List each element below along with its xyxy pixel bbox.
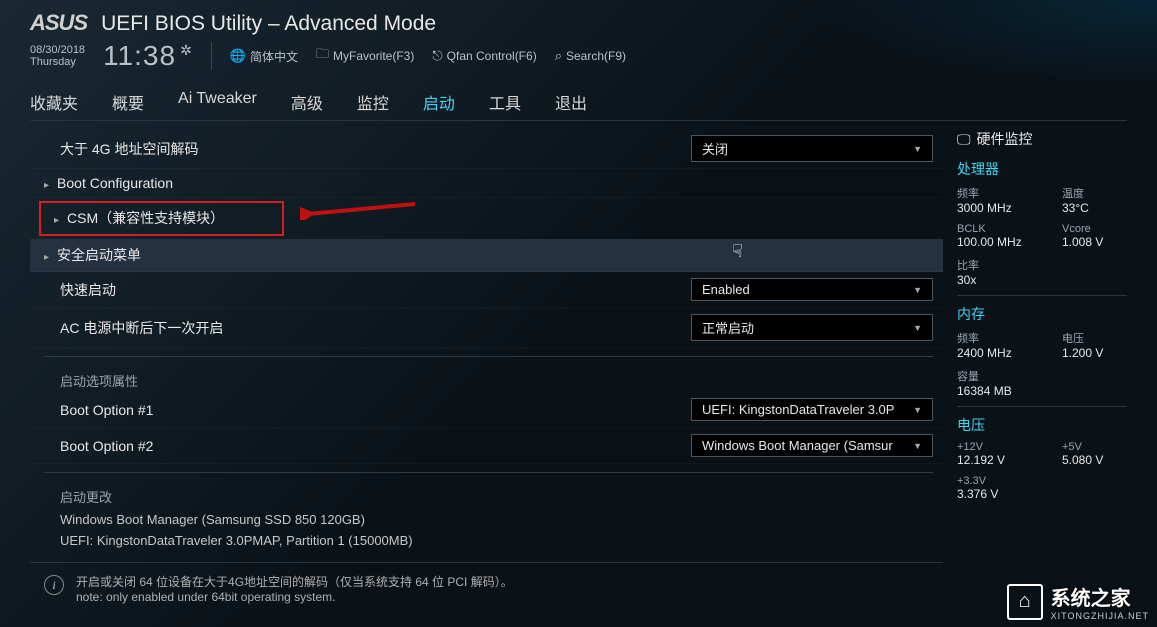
hardware-monitor-panel: 🖵 硬件监控 处理器 频率3000 MHz 温度33°C BCLK100.00 … [957,129,1127,604]
help-hint: i 开启或关闭 64 位设备在大于4G地址空间的解码（仅当系统支持 64 位 P… [30,562,943,604]
favorite-button[interactable]: 🗀 MyFavorite(F3) [316,45,414,67]
override-entry-2[interactable]: UEFI: KingstonDataTraveler 3.0PMAP, Part… [30,529,943,550]
dropdown-fast-boot[interactable]: Enabled ▼ [691,278,933,301]
submenu-secure-boot[interactable]: 安全启动菜单 ☟ [30,239,943,272]
divider [44,472,933,473]
watermark: ⌂ 系统之家 XITONGZHIJIA.NET [1007,582,1149,621]
separator [211,42,212,70]
section-boot-override: 启动更改 [30,481,943,508]
tab-tool[interactable]: 工具 [489,90,521,114]
main-tabs: 收藏夹 概要 Ai Tweaker 高级 监控 启动 工具 退出 [30,90,1127,121]
brand-logo: ASUS [30,10,87,36]
header-top-row: ASUS UEFI BIOS Utility – Advanced Mode [30,10,1127,36]
tab-aitweaker[interactable]: Ai Tweaker [178,90,257,114]
language-selector[interactable]: 🌐 简体中文 [230,48,298,65]
clock: 11:38 ✲ [103,40,193,72]
tab-advanced[interactable]: 高级 [291,90,323,114]
dropdown-boot-option-2[interactable]: Windows Boot Manager (Samsur ▼ [691,434,933,457]
setting-above-4g[interactable]: 大于 4G 地址空间解码 关闭 ▼ [30,129,943,169]
chevron-down-icon: ▼ [913,323,922,333]
override-entry-1[interactable]: Windows Boot Manager (Samsung SSD 850 12… [30,508,943,529]
voltage-section: 电压 [957,406,1127,435]
folder-icon: 🗀 [316,45,329,67]
day-text: Thursday [30,56,85,68]
divider [44,356,933,357]
chevron-down-icon: ▼ [913,441,922,451]
chevron-down-icon: ▼ [913,144,922,154]
submenu-boot-config[interactable]: Boot Configuration [30,169,943,198]
monitor-icon: 🖵 [957,131,971,148]
dropdown-above-4g[interactable]: 关闭 ▼ [691,135,933,162]
tab-exit[interactable]: 退出 [555,90,587,114]
header-info-row: 08/30/2018 Thursday 11:38 ✲ 🌐 简体中文 🗀 MyF… [30,40,1127,72]
section-boot-options: 启动选项属性 [30,365,943,392]
globe-icon: 🌐 [230,48,246,64]
setting-boot-option-1[interactable]: Boot Option #1 UEFI: KingstonDataTravele… [30,392,943,428]
setting-label: 大于 4G 地址空间解码 [60,139,198,159]
gear-icon[interactable]: ✲ [180,42,193,59]
qfan-button[interactable]: ⎋ Qfan Control(F6) [432,48,536,64]
setting-fast-boot[interactable]: 快速启动 Enabled ▼ [30,272,943,308]
tab-monitor[interactable]: 监控 [357,90,389,114]
dropdown-ac-resume[interactable]: 正常启动 ▼ [691,314,933,341]
info-icon: i [44,575,64,595]
memory-section: 内存 [957,295,1127,324]
chevron-down-icon: ▼ [913,405,922,415]
watermark-logo-icon: ⌂ [1007,584,1043,620]
setting-ac-resume[interactable]: AC 电源中断后下一次开启 正常启动 ▼ [30,308,943,348]
tab-main[interactable]: 概要 [112,90,144,114]
date-block: 08/30/2018 Thursday [30,44,85,68]
dropdown-boot-option-1[interactable]: UEFI: KingstonDataTraveler 3.0P ▼ [691,398,933,421]
search-button[interactable]: ⌕ Search(F9) [555,48,626,64]
hw-monitor-title: 🖵 硬件监控 [957,129,1127,149]
cursor-icon: ☟ [732,241,743,262]
search-icon: ⌕ [555,48,562,64]
date-text: 08/30/2018 [30,44,85,56]
submenu-csm[interactable]: CSM（兼容性支持模块） [40,202,283,235]
tab-favorite[interactable]: 收藏夹 [30,90,78,114]
fan-icon: ⎋ [432,48,442,64]
setting-boot-option-2[interactable]: Boot Option #2 Windows Boot Manager (Sam… [30,428,943,464]
tab-boot[interactable]: 启动 [423,90,455,114]
settings-panel: 大于 4G 地址空间解码 关闭 ▼ Boot Configuration CSM… [30,129,943,604]
cpu-section: 处理器 [957,159,1127,179]
chevron-down-icon: ▼ [913,285,922,295]
page-title: UEFI BIOS Utility – Advanced Mode [101,12,436,36]
